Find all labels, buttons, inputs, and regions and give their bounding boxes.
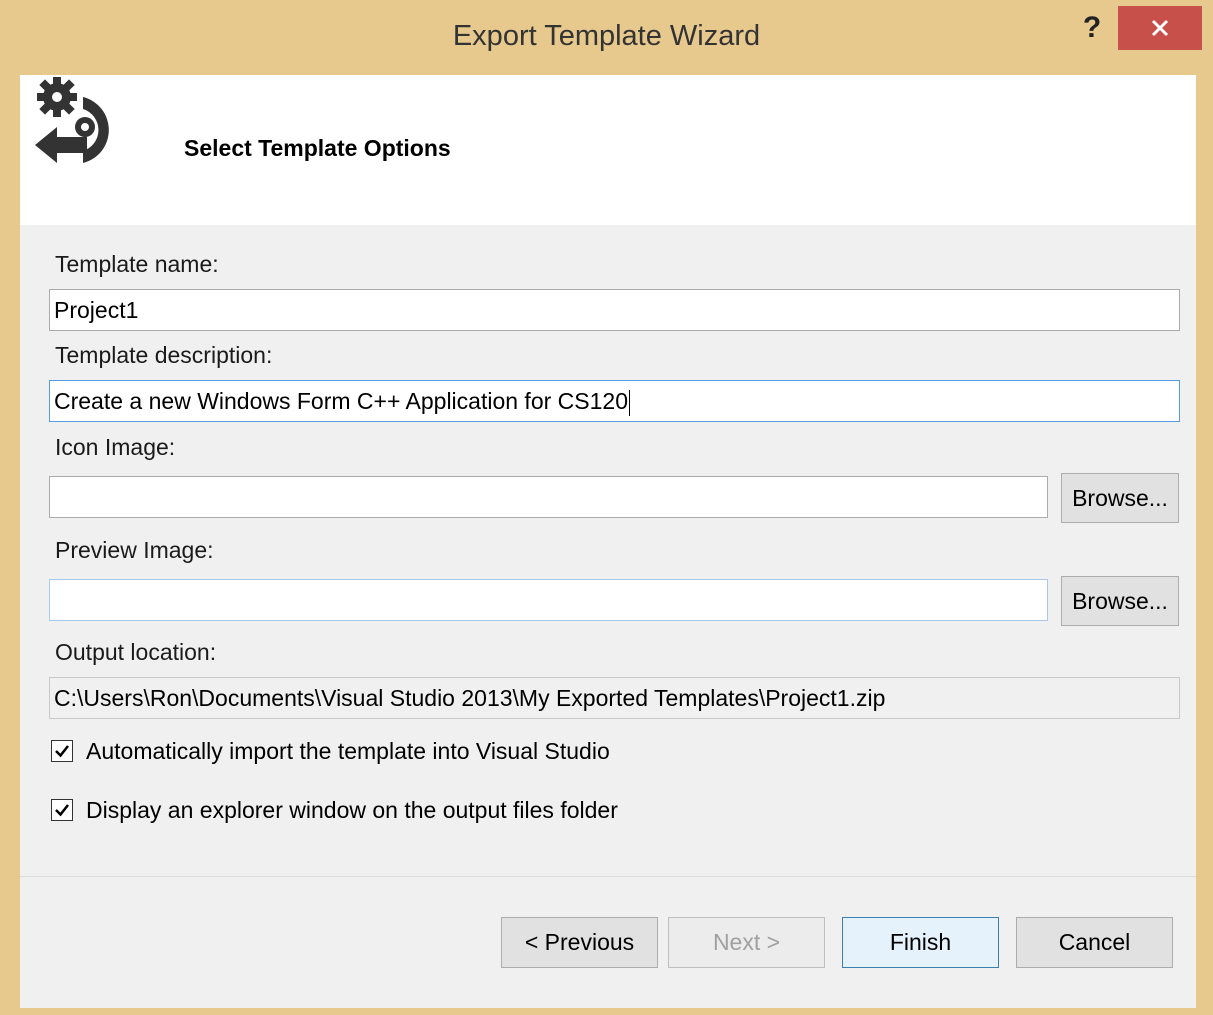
display-explorer-label[interactable]: Display an explorer window on the output…	[86, 797, 618, 824]
auto-import-checkbox[interactable]	[51, 740, 73, 762]
display-explorer-checkbox[interactable]	[51, 799, 73, 821]
close-icon	[1151, 19, 1169, 37]
auto-import-label[interactable]: Automatically import the template into V…	[86, 738, 610, 765]
icon-image-label: Icon Image:	[55, 434, 176, 460]
output-location-field[interactable]: C:\Users\Ron\Documents\Visual Studio 201…	[49, 677, 1180, 719]
template-description-field[interactable]: Create a new Windows Form C++ Applicatio…	[49, 380, 1180, 422]
checkmark-icon	[55, 745, 69, 758]
preview-image-label: Preview Image:	[55, 537, 214, 563]
icon-image-field[interactable]	[49, 476, 1048, 518]
wizard-header: Select Template Options	[20, 75, 1196, 225]
previous-button[interactable]: < Previous	[501, 917, 658, 968]
next-button[interactable]: Next >	[668, 917, 825, 968]
help-button[interactable]: ?	[1075, 10, 1109, 46]
finish-button[interactable]: Finish	[842, 917, 999, 968]
output-location-label: Output location:	[55, 639, 217, 665]
cancel-button[interactable]: Cancel	[1016, 917, 1173, 968]
template-name-field[interactable]: Project1	[49, 289, 1180, 331]
template-name-label: Template name:	[55, 251, 219, 277]
checkmark-icon	[55, 804, 69, 817]
footer-separator	[20, 876, 1196, 877]
window-title: Export Template Wizard	[452, 20, 761, 52]
title-bar[interactable]: Export Template Wizard ?	[0, 0, 1213, 75]
close-button[interactable]	[1118, 6, 1202, 50]
wizard-client-area: Select Template Options Template name: P…	[20, 75, 1196, 1008]
gears-arrow-icon	[35, 77, 109, 163]
export-template-wizard-window: Export Template Wizard ? Select Template…	[0, 0, 1213, 1015]
template-description-label: Template description:	[55, 342, 273, 368]
template-description-value: Create a new Windows Form C++ Applicatio…	[54, 388, 628, 414]
page-title: Select Template Options	[184, 135, 451, 161]
preview-image-browse-button[interactable]: Browse...	[1061, 576, 1179, 626]
preview-image-field[interactable]	[49, 579, 1048, 621]
icon-image-browse-button[interactable]: Browse...	[1061, 473, 1179, 523]
text-caret	[629, 389, 630, 416]
